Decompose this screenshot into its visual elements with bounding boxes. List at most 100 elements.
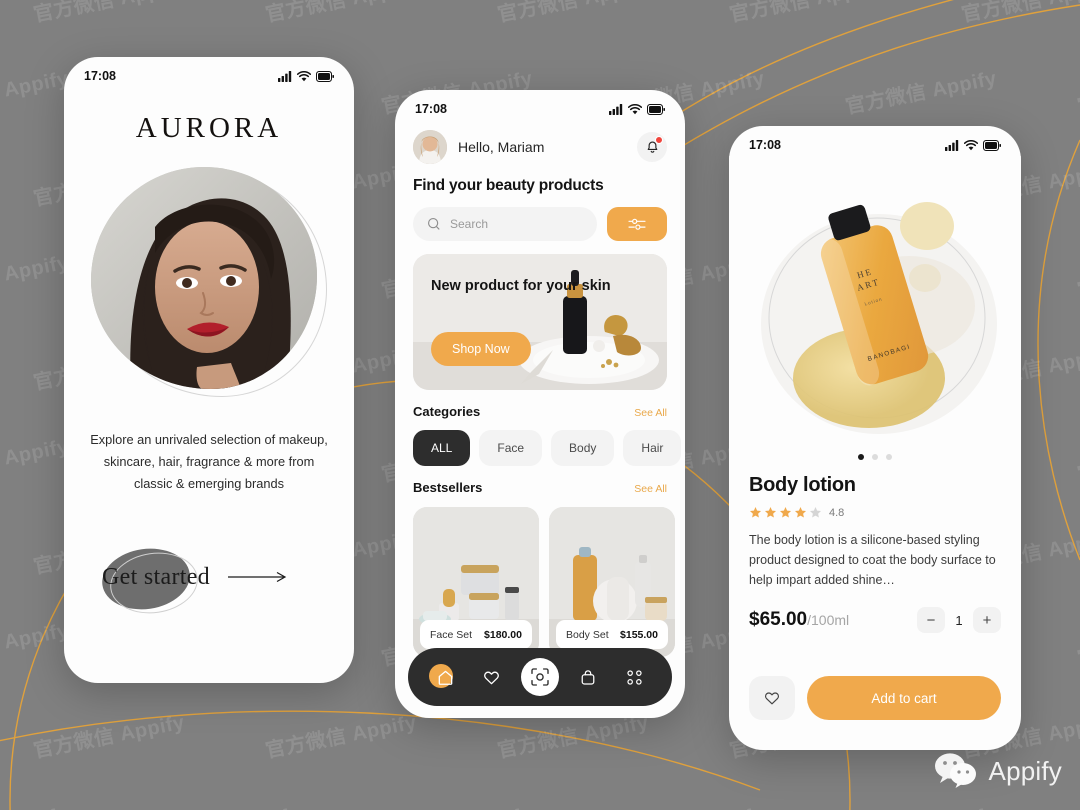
avatar[interactable] [413, 130, 447, 164]
notification-bell-button[interactable] [637, 132, 667, 162]
greeting-row: Hello, Mariam [413, 130, 667, 164]
signal-icon [278, 70, 292, 82]
bottom-navigation [408, 648, 672, 706]
carousel-dot[interactable] [886, 454, 892, 460]
category-chip-face[interactable]: Face [479, 430, 543, 466]
nav-bag-button[interactable] [571, 660, 605, 694]
product-card[interactable]: Face Set $180.00 [413, 507, 539, 657]
app-logo: AURORA [135, 112, 283, 144]
carousel-dot[interactable] [872, 454, 878, 460]
categories-see-all[interactable]: See All [634, 407, 667, 419]
promo-banner[interactable]: New product for your skin Shop Now [413, 254, 667, 390]
arrow-right-icon [227, 571, 287, 583]
wechat-logo-icon [934, 753, 976, 788]
nav-home-button[interactable] [428, 660, 462, 694]
shop-now-button[interactable]: Shop Now [431, 332, 531, 366]
status-time: 17:08 [415, 102, 447, 116]
product-label: Face Set $180.00 [420, 620, 532, 649]
status-bar: 17:08 [64, 57, 354, 87]
category-chip-hair[interactable]: Hair [623, 430, 682, 466]
bag-icon [581, 669, 595, 685]
status-time: 17:08 [749, 138, 781, 152]
star-icon [779, 507, 792, 518]
status-time: 17:08 [84, 69, 116, 83]
battery-icon [647, 103, 665, 115]
star-icon [749, 507, 762, 518]
home-icon [438, 670, 453, 685]
price-row: $65.00 /100ml − 1 + [749, 607, 1001, 633]
wifi-icon [628, 103, 642, 114]
favorite-button[interactable] [749, 676, 795, 720]
quantity-value: 1 [955, 612, 963, 628]
search-placeholder: Search [450, 217, 489, 231]
search-icon [428, 218, 440, 230]
phone-home-screen: 17:08 Hello, Mariam Find your beauty pro… [395, 90, 685, 718]
hero-photo-wrap [91, 167, 327, 399]
bestsellers-title: Bestsellers [413, 480, 483, 495]
quantity-decrease-button[interactable]: − [917, 607, 945, 633]
category-chips: ALL Face Body Hair [413, 430, 682, 466]
star-rating [749, 506, 822, 519]
status-bar: 17:08 [729, 126, 1021, 156]
status-icons [278, 70, 334, 82]
search-input[interactable]: Search [413, 207, 597, 241]
status-icons [609, 103, 665, 115]
product-price: $180.00 [484, 628, 522, 641]
carousel-dots [729, 454, 1021, 460]
price-group: $65.00 /100ml [749, 609, 849, 631]
greeting-text: Hello, Mariam [458, 139, 545, 155]
phone-product-detail-screen: 17:08 HE ART Lotion BANOBAGI Body lotion… [729, 126, 1021, 750]
bestsellers-header: Bestsellers See All [413, 480, 667, 495]
product-title: Body lotion [749, 474, 856, 496]
quantity-increase-button[interactable]: + [973, 607, 1001, 633]
filter-button[interactable] [607, 207, 667, 241]
add-to-cart-button[interactable]: Add to cart [807, 676, 1001, 720]
brand-watermark: Appify [933, 752, 1062, 790]
heart-icon [484, 671, 500, 684]
signal-icon [609, 103, 623, 115]
product-hero-image: HE ART Lotion BANOBAGI [729, 156, 1021, 474]
filter-sliders-icon [628, 218, 646, 230]
brand-name: Appify [988, 755, 1062, 786]
scan-icon [531, 668, 549, 686]
signal-icon [945, 139, 959, 151]
onboarding-description: Explore an unrivaled selection of makeup… [90, 432, 328, 491]
category-chip-body[interactable]: Body [551, 430, 615, 466]
page-title: Find your beauty products [413, 177, 604, 194]
categories-header: Categories See All [413, 404, 667, 419]
star-icon-empty [809, 507, 822, 518]
product-label: Body Set $155.00 [556, 620, 668, 649]
bestsellers-list: Face Set $180.00 Body Set $155.00 [413, 507, 675, 657]
grid-icon [627, 669, 642, 685]
status-bar: 17:08 [395, 90, 685, 120]
product-price: $155.00 [620, 628, 658, 641]
product-gallery[interactable]: HE ART Lotion BANOBAGI [729, 156, 1021, 474]
notification-dot [655, 136, 663, 144]
get-started-label: Get started [102, 563, 210, 590]
banner-title: New product for your skin [431, 278, 611, 294]
star-icon [794, 507, 807, 518]
product-description: The body lotion is a silicone-based styl… [749, 533, 996, 587]
get-started-button[interactable]: Get started [64, 537, 354, 619]
rating-row: 4.8 [749, 506, 1001, 519]
product-card[interactable]: Body Set $155.00 [549, 507, 675, 657]
nav-scan-button[interactable] [520, 658, 559, 696]
quantity-stepper: − 1 + [917, 607, 1001, 633]
heart-icon [764, 692, 780, 705]
nav-favorites-button[interactable] [475, 660, 509, 694]
category-chip-all[interactable]: ALL [413, 430, 471, 466]
product-actions: Add to cart [749, 676, 1001, 720]
battery-icon [316, 70, 334, 82]
categories-title: Categories [413, 404, 481, 419]
rating-value: 4.8 [829, 506, 845, 519]
nav-grid-button[interactable] [618, 660, 652, 694]
wifi-icon [964, 139, 978, 150]
product-price: $65.00 [749, 609, 808, 630]
battery-icon [983, 139, 1001, 151]
banner-artwork [413, 254, 667, 390]
status-icons [945, 139, 1001, 151]
carousel-dot[interactable] [858, 454, 864, 460]
product-name: Face Set [430, 628, 473, 641]
star-icon [764, 507, 777, 518]
bestsellers-see-all[interactable]: See All [634, 483, 667, 495]
